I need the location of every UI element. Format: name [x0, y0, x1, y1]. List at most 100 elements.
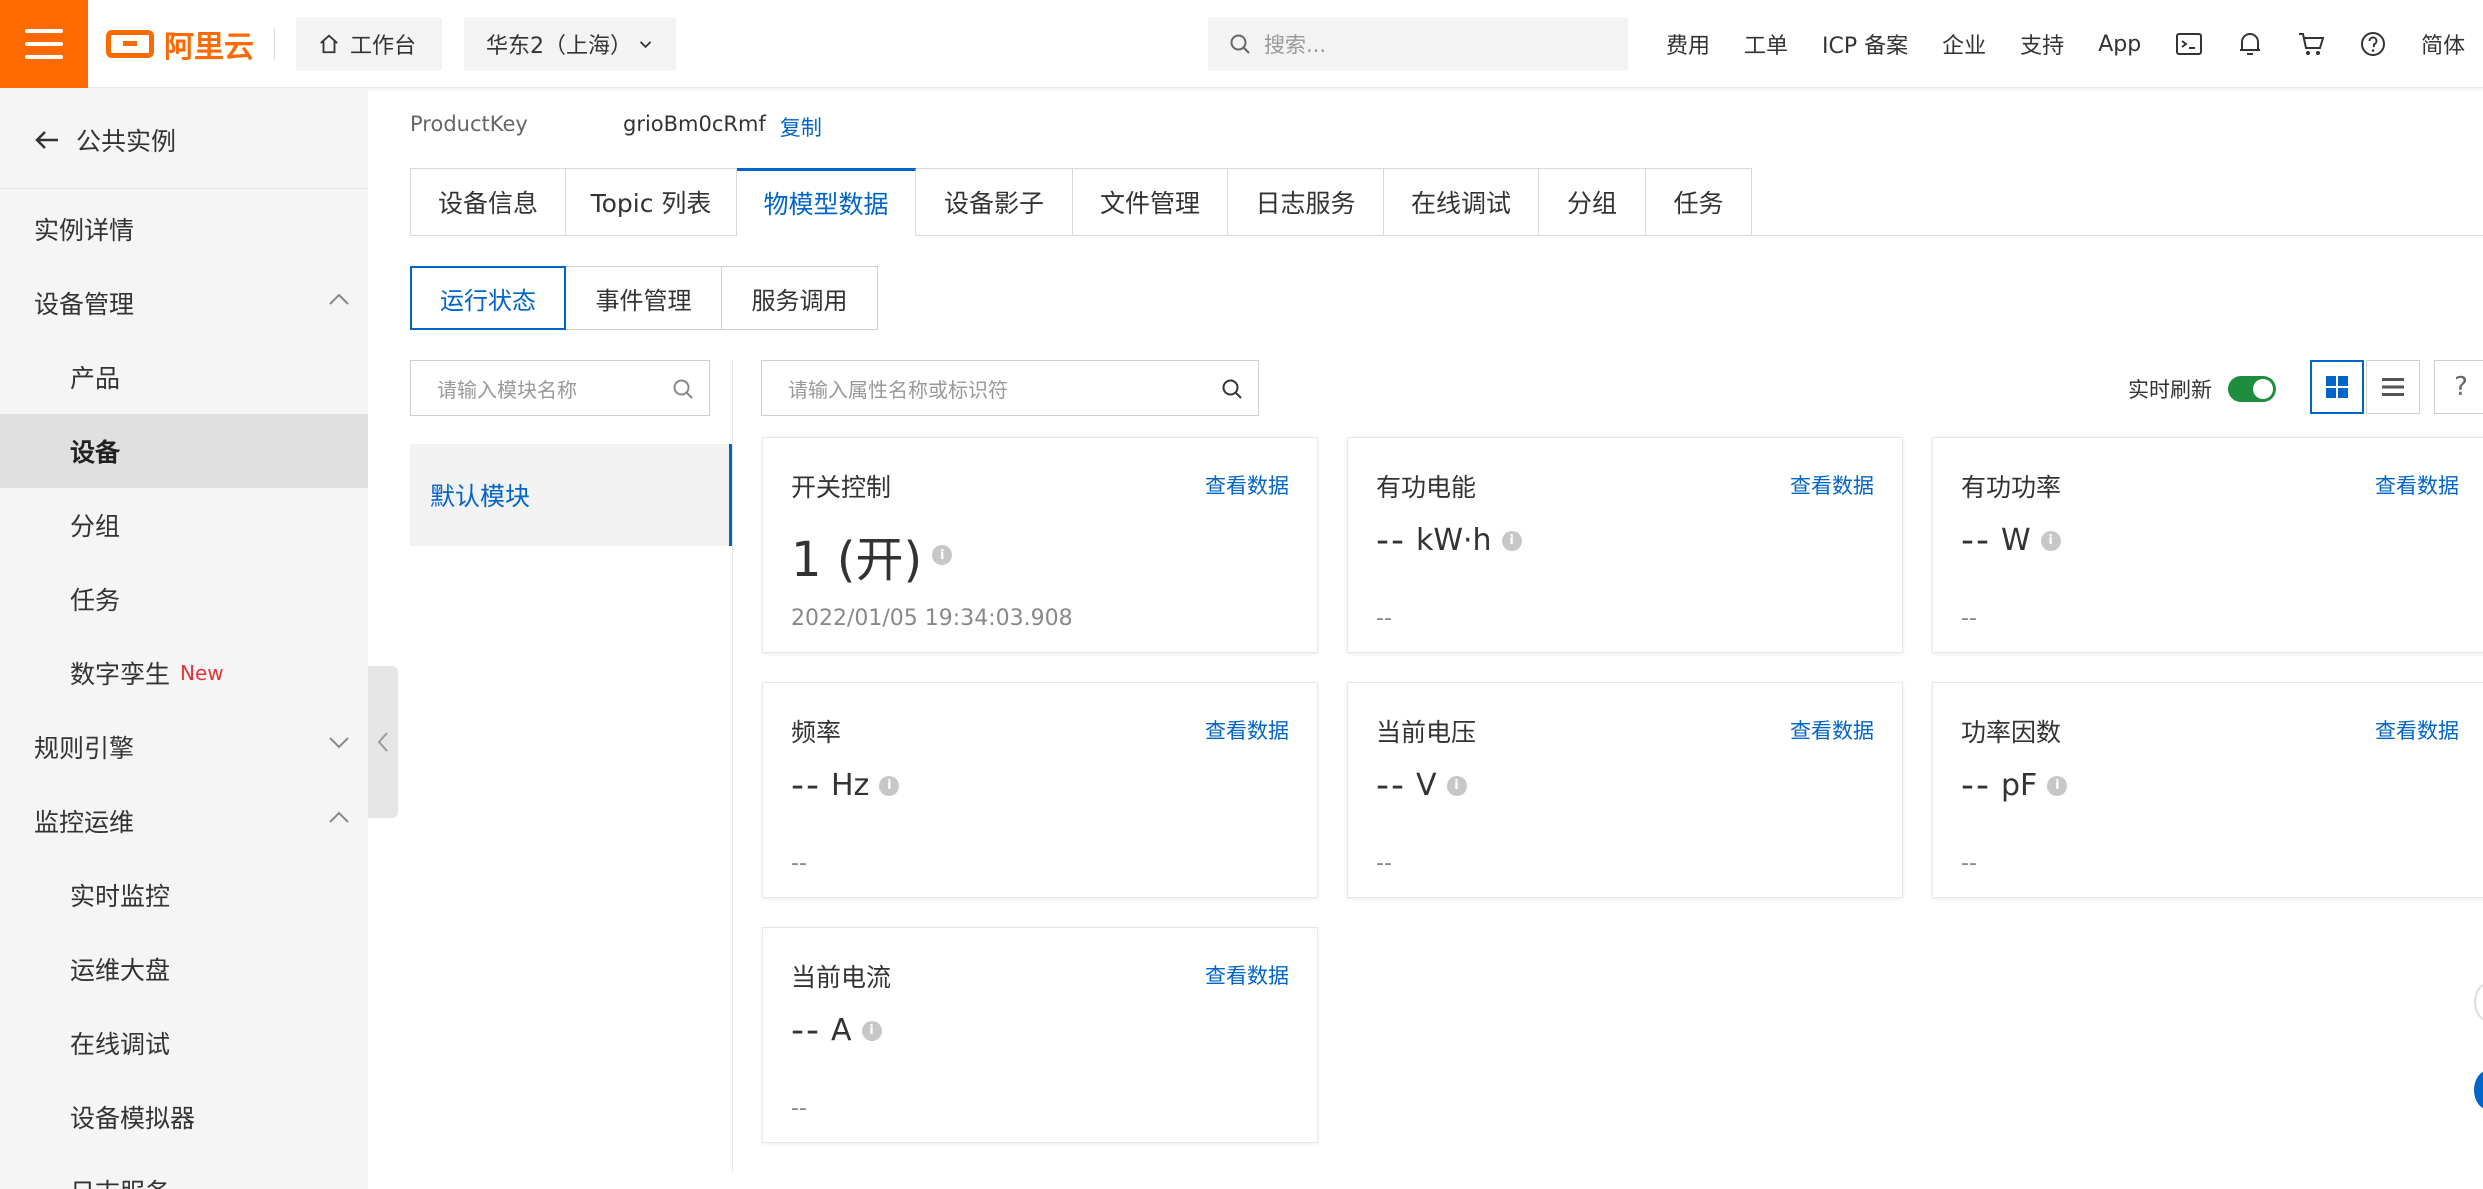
- link-icp[interactable]: ICP 备案: [1822, 28, 1908, 60]
- card-value: -- Hz i: [791, 765, 900, 806]
- sub-tabs: 运行状态 事件管理 服务调用: [410, 266, 878, 330]
- sidebar-item-monitoring[interactable]: 监控运维: [0, 784, 368, 858]
- tab-log-service[interactable]: 日志服务: [1228, 168, 1384, 236]
- help-button[interactable]: ?: [2434, 360, 2483, 414]
- view-data-link[interactable]: 查看数据: [1205, 960, 1289, 990]
- view-data-link[interactable]: 查看数据: [1790, 715, 1874, 745]
- grid-view-button[interactable]: [2310, 360, 2364, 414]
- card-title: 有功功率: [1961, 473, 2062, 502]
- tab-groups[interactable]: 分组: [1539, 168, 1646, 236]
- language-switch[interactable]: 简体: [2421, 28, 2465, 60]
- card-title: 当前电压: [1376, 718, 1477, 747]
- back-to-instance[interactable]: 公共实例: [34, 122, 176, 158]
- global-search-input[interactable]: 搜索...: [1208, 17, 1628, 71]
- floating-help-button[interactable]: [2474, 1070, 2483, 1110]
- card-unit: kW·h: [1415, 523, 1492, 558]
- sidebar-item-device-management[interactable]: 设备管理: [0, 266, 368, 340]
- sidebar-item-products[interactable]: 产品: [0, 340, 368, 414]
- info-icon[interactable]: i: [879, 775, 900, 796]
- card-unit: W: [2000, 523, 2031, 558]
- aliyun-logo[interactable]: 阿里云: [106, 24, 254, 65]
- sidebar-item-ops-dashboard[interactable]: 运维大盘: [0, 932, 368, 1006]
- info-icon[interactable]: i: [1501, 530, 1522, 551]
- sidebar-item-instance-detail[interactable]: 实例详情: [0, 192, 368, 266]
- card-title: 功率因数: [1961, 718, 2062, 747]
- link-enterprise[interactable]: 企业: [1942, 28, 1986, 60]
- divider: [274, 28, 275, 60]
- sidebar-item-realtime-monitoring[interactable]: 实时监控: [0, 858, 368, 932]
- sidebar-item-tasks[interactable]: 任务: [0, 562, 368, 636]
- info-icon[interactable]: i: [932, 545, 953, 565]
- card-unit: pF: [2000, 768, 2038, 803]
- realtime-refresh-toggle[interactable]: [2228, 376, 2276, 402]
- sidebar-item-rule-engine[interactable]: 规则引擎: [0, 710, 368, 784]
- sidebar-item-label: 分组: [70, 512, 121, 541]
- tab-file-management[interactable]: 文件管理: [1073, 168, 1228, 236]
- tab-device-shadow[interactable]: 设备影子: [916, 168, 1073, 236]
- sidebar-item-label: 实例详情: [34, 216, 135, 245]
- help-icon[interactable]: [2359, 30, 2387, 58]
- tab-topic-list[interactable]: Topic 列表: [566, 168, 737, 236]
- region-selector[interactable]: 华东2（上海）: [464, 17, 676, 71]
- card-value: -- A i: [791, 1010, 882, 1051]
- sidebar-item-label: 数字孪生: [70, 660, 171, 689]
- bell-icon[interactable]: [2237, 30, 2263, 58]
- subtab-running-status[interactable]: 运行状态: [410, 266, 566, 330]
- search-icon: [1230, 34, 1250, 54]
- view-data-link[interactable]: 查看数据: [2375, 470, 2459, 500]
- top-bar: 阿里云 工作台 华东2（上海） 搜索... 费用 工单 ICP 备案 企业 支持…: [0, 0, 2483, 88]
- sidebar-collapse-handle[interactable]: [368, 666, 398, 818]
- module-search-input[interactable]: 请输入模块名称: [410, 360, 710, 416]
- list-view-button[interactable]: [2366, 360, 2420, 414]
- workbench-button[interactable]: 工作台: [296, 17, 442, 71]
- info-icon[interactable]: i: [1446, 775, 1467, 796]
- chevron-down-icon: [329, 737, 349, 749]
- cart-icon[interactable]: [2297, 31, 2325, 57]
- sidebar-item-device-simulator[interactable]: 设备模拟器: [0, 1080, 368, 1154]
- sidebar-item-digital-twin[interactable]: 数字孪生 New: [0, 636, 368, 710]
- view-data-link[interactable]: 查看数据: [1790, 470, 1874, 500]
- sidebar-item-online-debug[interactable]: 在线调试: [0, 1006, 368, 1080]
- copy-link[interactable]: 复制: [780, 112, 822, 142]
- device-tabs: 设备信息 Topic 列表 物模型数据 设备影子 文件管理 日志服务 在线调试 …: [410, 168, 1752, 236]
- tab-tasks[interactable]: 任务: [1646, 168, 1752, 236]
- card-title: 频率: [791, 718, 842, 747]
- property-card: 当前电压 查看数据 -- V i --: [1347, 682, 1903, 898]
- view-data-link[interactable]: 查看数据: [1205, 470, 1289, 500]
- sidebar-item-devices[interactable]: 设备: [0, 414, 368, 488]
- link-fees[interactable]: 费用: [1666, 28, 1710, 60]
- info-icon[interactable]: i: [861, 1020, 882, 1041]
- floating-widget[interactable]: [2474, 982, 2483, 1022]
- link-app[interactable]: App: [2098, 32, 2141, 57]
- card-value-text: --: [791, 1010, 821, 1051]
- tab-device-info[interactable]: 设备信息: [410, 168, 566, 236]
- tab-thing-model-data[interactable]: 物模型数据: [737, 168, 916, 236]
- subtab-service-call[interactable]: 服务调用: [722, 266, 878, 330]
- property-card: 当前电流 查看数据 -- A i --: [762, 927, 1318, 1143]
- sidebar-item-groups[interactable]: 分组: [0, 488, 368, 562]
- sidebar-item-log-service[interactable]: 日志服务: [0, 1154, 368, 1189]
- view-data-link[interactable]: 查看数据: [1205, 715, 1289, 745]
- card-title: 当前电流: [791, 963, 892, 992]
- info-icon[interactable]: i: [2040, 530, 2061, 551]
- info-icon[interactable]: i: [2047, 775, 2068, 796]
- link-support[interactable]: 支持: [2020, 28, 2064, 60]
- tab-online-debug[interactable]: 在线调试: [1384, 168, 1539, 236]
- card-unit: Hz: [830, 768, 870, 803]
- property-search-input[interactable]: 请输入属性名称或标识符: [761, 360, 1259, 416]
- module-item-default[interactable]: 默认模块: [410, 444, 732, 546]
- link-tickets[interactable]: 工单: [1744, 28, 1788, 60]
- sidebar-item-label: 规则引擎: [34, 734, 135, 763]
- card-value: 1 (开) i: [791, 520, 953, 590]
- top-links: 费用 工单 ICP 备案 企业 支持 App 简体: [1666, 0, 2465, 88]
- terminal-icon[interactable]: [2175, 31, 2203, 57]
- product-key-value: grioBm0cRmf: [623, 112, 766, 136]
- menu-icon[interactable]: [0, 0, 88, 88]
- view-data-link[interactable]: 查看数据: [2375, 715, 2459, 745]
- realtime-refresh-label: 实时刷新: [2128, 378, 2212, 402]
- card-value-text: --: [1961, 765, 1991, 806]
- help-label: ?: [2454, 372, 2468, 402]
- region-label: 华东2（上海）: [486, 34, 632, 59]
- subtab-event-management[interactable]: 事件管理: [566, 266, 722, 330]
- card-unit: V: [1415, 768, 1437, 803]
